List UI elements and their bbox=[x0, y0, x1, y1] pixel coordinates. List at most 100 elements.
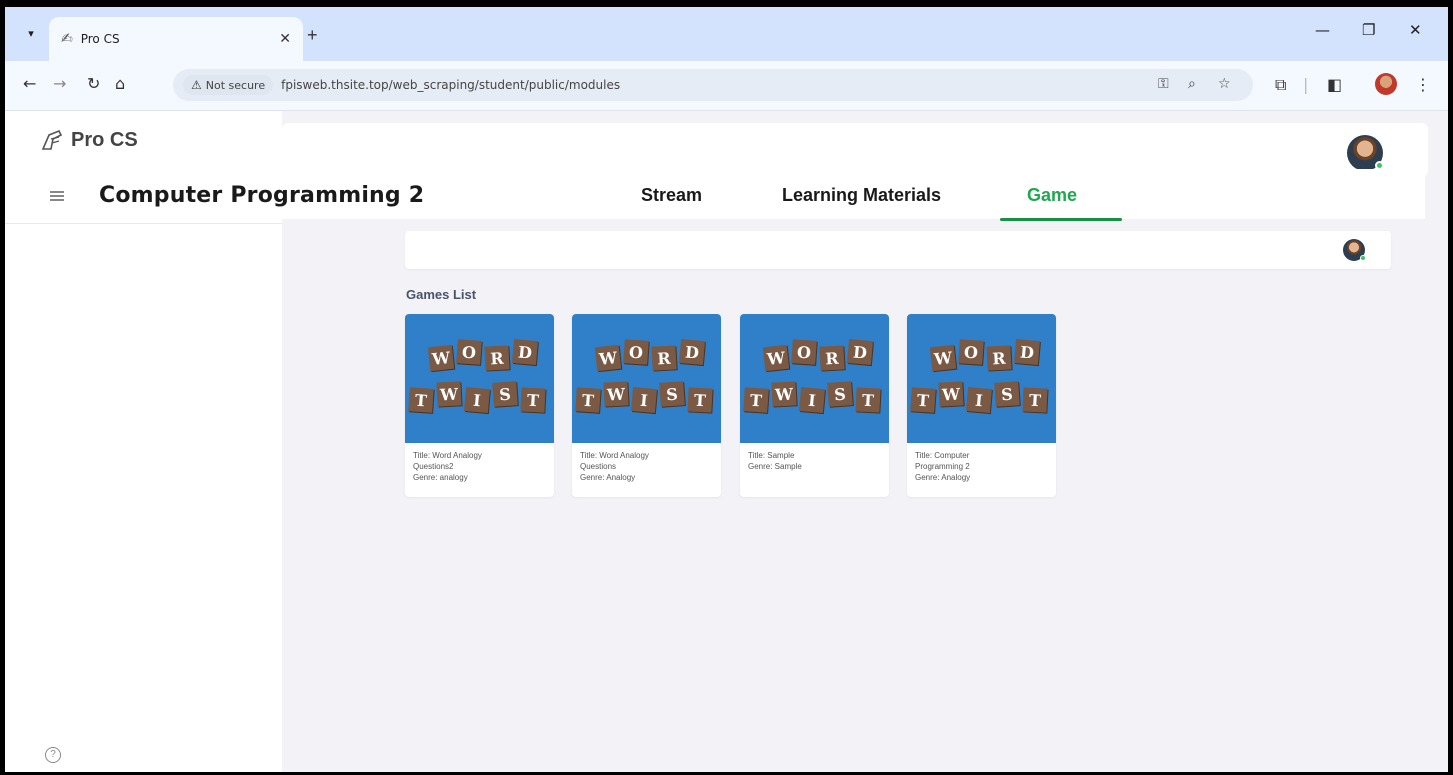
letter-tile: O bbox=[958, 339, 984, 365]
procs-logo-icon: ✍ bbox=[61, 31, 73, 47]
word-twist-thumbnail: WORDTWIST bbox=[907, 314, 1056, 443]
letter-tile: W bbox=[771, 381, 797, 407]
security-label: Not secure bbox=[205, 78, 266, 92]
game-card[interactable]: WORDTWIST Title: Word Analogy Questions … bbox=[572, 314, 721, 497]
tab-strip: ▾ ✍ Pro CS ✕ + — ❐ ✕ bbox=[5, 7, 1448, 61]
letter-tile: W bbox=[594, 344, 622, 372]
back-arrow-icon[interactable]: ← bbox=[23, 74, 36, 93]
letter-tile: S bbox=[659, 381, 685, 407]
letter-tile: O bbox=[623, 339, 649, 365]
letter-tile: D bbox=[678, 338, 706, 366]
letter-tile: T bbox=[855, 387, 881, 413]
letter-tile: W bbox=[436, 381, 462, 407]
letter-tile: D bbox=[1013, 338, 1041, 366]
word-twist-thumbnail: WORDTWIST bbox=[405, 314, 554, 443]
procs-logo-icon bbox=[41, 129, 63, 150]
game-title-cont: Questions2 bbox=[413, 462, 454, 471]
forward-arrow-icon[interactable]: → bbox=[53, 74, 66, 93]
address-bar[interactable]: ⚠ Not secure fpisweb.thsite.top/web_scra… bbox=[173, 69, 1253, 101]
online-status-dot bbox=[1360, 255, 1366, 261]
game-title: Title: Word Analogy bbox=[413, 451, 482, 460]
game-genre: Genre: Sample bbox=[748, 462, 802, 471]
security-chip[interactable]: ⚠ Not secure bbox=[183, 75, 274, 95]
tab-stream[interactable]: Stream bbox=[641, 185, 702, 206]
side-panel-icon[interactable]: ◧ bbox=[1327, 75, 1342, 94]
letter-tile: D bbox=[511, 338, 539, 366]
letter-tile: S bbox=[492, 381, 518, 407]
help-icon[interactable]: ? bbox=[45, 747, 61, 763]
game-title: Title: Word Analogy bbox=[580, 451, 649, 460]
reload-icon[interactable]: ↻ bbox=[87, 74, 100, 93]
warning-triangle-icon: ⚠ bbox=[191, 78, 202, 92]
url-text[interactable]: fpisweb.thsite.top/web_scraping/student/… bbox=[281, 78, 620, 92]
letter-tile: O bbox=[791, 339, 817, 365]
letter-tile: T bbox=[1022, 387, 1048, 413]
content-top-bar bbox=[405, 231, 1391, 269]
extensions-icon[interactable]: ⧉ bbox=[1275, 75, 1286, 95]
game-title: Title: Sample bbox=[748, 451, 795, 460]
letter-tile: S bbox=[994, 381, 1020, 407]
letter-tile: R bbox=[484, 345, 510, 371]
hamburger-menu-icon[interactable] bbox=[50, 191, 64, 201]
game-title-cont: Programming 2 bbox=[915, 462, 970, 471]
course-title: Computer Programming 2 bbox=[99, 183, 425, 208]
letter-tile: W bbox=[762, 344, 790, 372]
game-info: Title: Word Analogy Questions2 Genre: an… bbox=[405, 443, 554, 490]
minimize-icon[interactable]: — bbox=[1315, 21, 1330, 39]
restore-icon[interactable]: ❐ bbox=[1362, 21, 1375, 39]
tab-game[interactable]: Game bbox=[1027, 185, 1077, 206]
letter-tile: W bbox=[929, 344, 957, 372]
game-genre: Genre: Analogy bbox=[915, 473, 971, 482]
letter-tile: W bbox=[938, 381, 964, 407]
game-card[interactable]: WORDTWIST Title: Computer Programming 2 … bbox=[907, 314, 1056, 497]
game-card[interactable]: WORDTWIST Title: Word Analogy Questions2… bbox=[405, 314, 554, 497]
game-info: Title: Computer Programming 2 Genre: Ana… bbox=[907, 443, 1056, 490]
games-list-heading: Games List bbox=[406, 287, 477, 302]
game-info: Title: Word Analogy Questions Genre: Ana… bbox=[572, 443, 721, 490]
browser-profile-avatar[interactable] bbox=[1375, 73, 1397, 95]
game-title: Title: Computer bbox=[915, 451, 970, 460]
browser-tab[interactable]: ✍ Pro CS ✕ bbox=[49, 17, 303, 61]
letter-tile: D bbox=[846, 338, 874, 366]
tab-learning-materials[interactable]: Learning Materials bbox=[782, 185, 941, 206]
browser-menu-icon[interactable]: ⋮ bbox=[1415, 75, 1431, 94]
brand[interactable]: Pro CS bbox=[37, 125, 138, 155]
letter-tile: W bbox=[427, 344, 455, 372]
letter-tile: W bbox=[603, 381, 629, 407]
tab-search-chevron-icon[interactable]: ▾ bbox=[19, 21, 43, 45]
bookmark-star-icon[interactable]: ☆ bbox=[1218, 76, 1231, 92]
game-info: Title: Sample Genre: Sample bbox=[740, 443, 889, 479]
game-genre: Genre: analogy bbox=[413, 473, 468, 482]
browser-toolbar: ← → ↻ ⌂ ⚠ Not secure fpisweb.thsite.top/… bbox=[5, 61, 1448, 111]
letter-tile: T bbox=[687, 387, 713, 413]
letter-tile: R bbox=[819, 345, 845, 371]
password-key-icon[interactable]: ⚿ bbox=[1158, 76, 1169, 92]
home-icon[interactable]: ⌂ bbox=[115, 74, 125, 93]
close-tab-icon[interactable]: ✕ bbox=[279, 31, 291, 47]
letter-tile: T bbox=[910, 387, 936, 413]
game-card[interactable]: WORDTWIST Title: Sample Genre: Sample bbox=[740, 314, 889, 497]
letter-tile: T bbox=[575, 387, 601, 413]
letter-tile: T bbox=[408, 387, 434, 413]
page: Pro CS ? Computer Programming 2 Stream L… bbox=[5, 111, 1448, 772]
letter-tile: T bbox=[520, 387, 546, 413]
word-twist-thumbnail: WORDTWIST bbox=[740, 314, 889, 443]
tab-title: Pro CS bbox=[80, 32, 120, 46]
letter-tile: S bbox=[827, 381, 853, 407]
active-tab-indicator bbox=[1000, 218, 1122, 221]
letter-tile: I bbox=[965, 386, 993, 414]
content-user-avatar[interactable] bbox=[1343, 239, 1366, 261]
game-genre: Genre: Analogy bbox=[580, 473, 636, 482]
word-twist-thumbnail: WORDTWIST bbox=[572, 314, 721, 443]
letter-tile: I bbox=[798, 386, 826, 414]
letter-tile: I bbox=[630, 386, 658, 414]
zoom-icon[interactable]: ⌕ bbox=[1188, 76, 1196, 92]
close-window-icon[interactable]: ✕ bbox=[1409, 21, 1422, 39]
new-tab-plus-icon[interactable]: + bbox=[307, 25, 318, 46]
letter-tile: T bbox=[743, 387, 769, 413]
user-avatar[interactable] bbox=[1347, 135, 1384, 171]
brand-name: Pro CS bbox=[71, 128, 138, 151]
letter-tile: R bbox=[651, 345, 677, 371]
letter-tile: O bbox=[456, 339, 482, 365]
game-title-cont: Questions bbox=[580, 462, 617, 471]
